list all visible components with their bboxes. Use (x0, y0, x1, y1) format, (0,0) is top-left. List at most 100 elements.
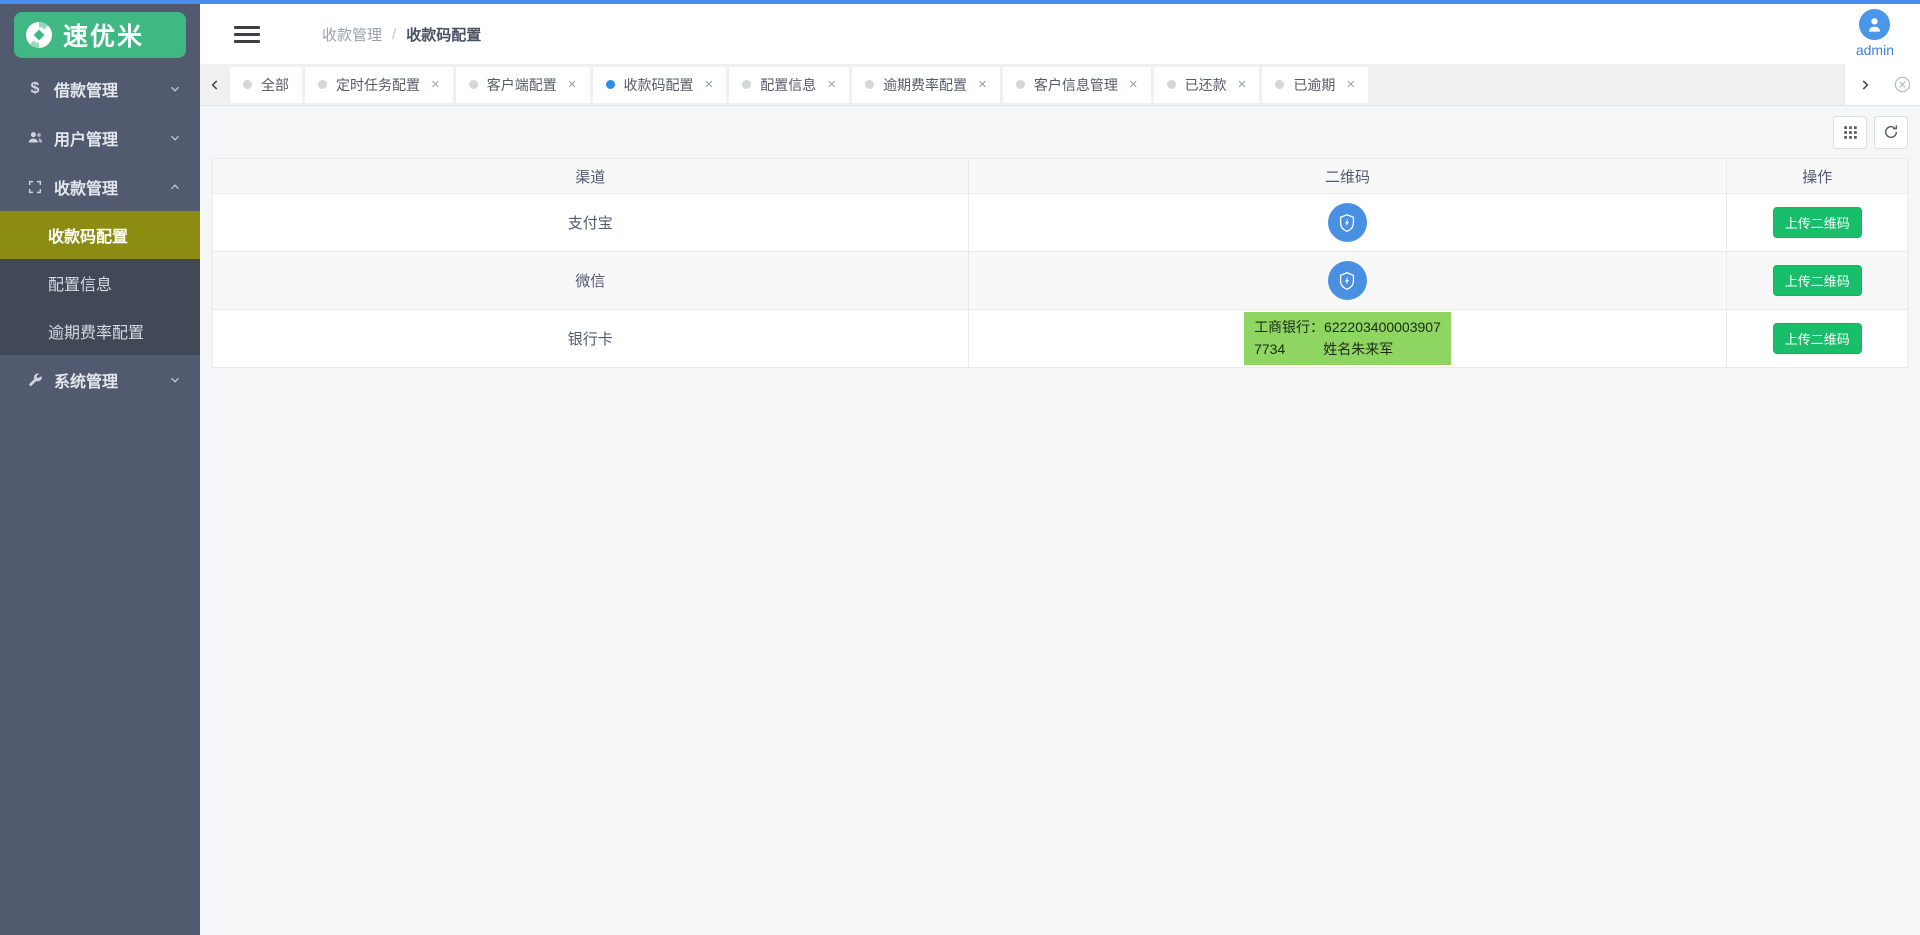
column-header-qrcode: 二维码 (969, 159, 1728, 193)
upload-qrcode-button[interactable]: 上传二维码 (1773, 323, 1862, 354)
upload-qrcode-button[interactable]: 上传二维码 (1773, 207, 1862, 238)
bank-account-line2: 7734 姓名朱来军 (1254, 339, 1441, 361)
user-menu[interactable]: admin (1856, 9, 1894, 58)
tab-all[interactable]: 全部 (230, 67, 302, 103)
grid-icon (1843, 125, 1858, 140)
action-cell: 上传二维码 (1727, 252, 1907, 309)
close-all-tabs-icon[interactable] (1884, 64, 1920, 105)
sidebar-item-user-management[interactable]: 用户管理 (0, 113, 200, 162)
table-row-bankcard: 银行卡 工商银行：622203400003907 7734 姓名朱来军 上传二维… (213, 310, 1907, 368)
table-header-row: 渠道 二维码 操作 (213, 159, 1907, 194)
logo-coin-icon (24, 20, 54, 50)
close-icon[interactable]: × (431, 76, 440, 93)
tabbar-filler (1368, 64, 1844, 105)
tab-repaid[interactable]: 已还款 × (1154, 67, 1260, 103)
payment-code-table: 渠道 二维码 操作 支付宝 上传二维码 (212, 158, 1908, 368)
qr-image-placeholder-icon[interactable] (1328, 203, 1367, 242)
top-header: 收款管理 / 收款码配置 admin (200, 4, 1920, 64)
avatar[interactable] (1859, 9, 1890, 40)
close-icon[interactable]: × (1346, 76, 1355, 93)
table-row-wechat: 微信 上传二维码 (213, 252, 1907, 310)
app-root: 速优米 $ 借款管理 用户管理 (0, 4, 1920, 935)
chevron-down-icon (168, 131, 182, 145)
users-icon (22, 129, 48, 146)
bank-account-info: 工商银行：622203400003907 7734 姓名朱来军 (1244, 312, 1451, 365)
sidebar-item-system-management[interactable]: 系统管理 (0, 355, 200, 404)
chevron-down-icon (168, 82, 182, 96)
refresh-button[interactable] (1874, 116, 1908, 149)
tab-customer-info-management[interactable]: 客户信息管理 × (1003, 67, 1151, 103)
close-icon[interactable]: × (1129, 76, 1138, 93)
table-toolbar (200, 106, 1920, 158)
tab-status-dot (1016, 80, 1025, 89)
sidebar-item-loan-management[interactable]: $ 借款管理 (0, 64, 200, 113)
tab-status-dot (865, 80, 874, 89)
breadcrumb-current: 收款码配置 (406, 24, 481, 45)
tab-label: 已还款 (1185, 75, 1227, 95)
tab-status-dot (318, 80, 327, 89)
refresh-icon (1883, 124, 1899, 140)
app-logo[interactable]: 速优米 (14, 12, 186, 58)
sidebar-item-overdue-rate-config[interactable]: 逾期费率配置 (0, 307, 200, 355)
chevron-up-icon (168, 180, 182, 194)
bank-account-line1: 工商银行：622203400003907 (1254, 317, 1441, 339)
sidebar-item-label: 系统管理 (54, 368, 118, 392)
tab-label: 客户端配置 (487, 75, 557, 95)
wrench-icon (22, 372, 48, 388)
qrcode-cell (969, 252, 1728, 309)
tab-bar: 全部 定时任务配置 × 客户端配置 × 收款码配置 × (200, 64, 1920, 106)
breadcrumb-parent[interactable]: 收款管理 (322, 24, 382, 45)
open-tabs: 全部 定时任务配置 × 客户端配置 × 收款码配置 × (230, 64, 1368, 105)
tab-overdue-rate-config[interactable]: 逾期费率配置 × (852, 67, 1000, 103)
tab-label: 定时任务配置 (336, 75, 420, 95)
tab-status-dot (243, 80, 252, 89)
sidebar-item-payment-management[interactable]: 收款管理 (0, 162, 200, 211)
tab-label: 全部 (261, 75, 289, 95)
tab-payment-code-config[interactable]: 收款码配置 × (593, 67, 727, 103)
breadcrumb: 收款管理 / 收款码配置 (322, 24, 481, 45)
column-header-channel: 渠道 (213, 159, 969, 193)
qrcode-cell: 工商银行：622203400003907 7734 姓名朱来军 (969, 310, 1728, 367)
tab-overdue[interactable]: 已逾期 × (1262, 67, 1368, 103)
close-icon[interactable]: × (1238, 76, 1247, 93)
dollar-icon: $ (22, 80, 48, 98)
upload-qrcode-button[interactable]: 上传二维码 (1773, 265, 1862, 296)
menu-toggle-icon[interactable] (234, 22, 260, 47)
tab-label: 已逾期 (1293, 75, 1335, 95)
column-header-action: 操作 (1727, 159, 1907, 193)
tab-label: 收款码配置 (624, 75, 694, 95)
column-settings-button[interactable] (1833, 116, 1867, 149)
close-icon[interactable]: × (827, 76, 836, 93)
channel-cell: 支付宝 (213, 194, 969, 251)
sidebar: 速优米 $ 借款管理 用户管理 (0, 4, 200, 935)
tabs-scroll-left-icon[interactable] (200, 64, 230, 105)
sidebar-item-label: 收款管理 (54, 175, 118, 199)
sidebar-item-config-info[interactable]: 配置信息 (0, 259, 200, 307)
chevron-down-icon (168, 373, 182, 387)
submenu-item-label: 收款码配置 (48, 223, 128, 247)
action-cell: 上传二维码 (1727, 310, 1907, 367)
close-icon[interactable]: × (705, 76, 714, 93)
tab-scheduled-task-config[interactable]: 定时任务配置 × (305, 67, 453, 103)
close-icon[interactable]: × (568, 76, 577, 93)
tab-status-dot (1167, 80, 1176, 89)
tab-config-info[interactable]: 配置信息 × (729, 67, 849, 103)
sidebar-item-payment-code-config[interactable]: 收款码配置 (0, 211, 200, 259)
tabbar-right-controls (1844, 64, 1920, 105)
bank-account-number-tail: 7734 (1254, 339, 1285, 361)
tab-status-dot (1275, 80, 1284, 89)
submenu-item-label: 配置信息 (48, 271, 112, 295)
sidebar-item-label: 用户管理 (54, 126, 118, 150)
action-cell: 上传二维码 (1727, 194, 1907, 251)
breadcrumb-separator: / (392, 26, 396, 43)
submenu-item-label: 逾期费率配置 (48, 319, 144, 343)
tabs-scroll-right-icon[interactable] (1844, 64, 1884, 105)
tab-label: 配置信息 (760, 75, 816, 95)
bank-account-holder: 姓名朱来军 (1323, 339, 1393, 361)
table-row-alipay: 支付宝 上传二维码 (213, 194, 1907, 252)
username-label: admin (1856, 42, 1894, 58)
tab-client-config[interactable]: 客户端配置 × (456, 67, 590, 103)
logo-text: 速优米 (63, 17, 144, 53)
close-icon[interactable]: × (978, 76, 987, 93)
qr-image-placeholder-icon[interactable] (1328, 261, 1367, 300)
